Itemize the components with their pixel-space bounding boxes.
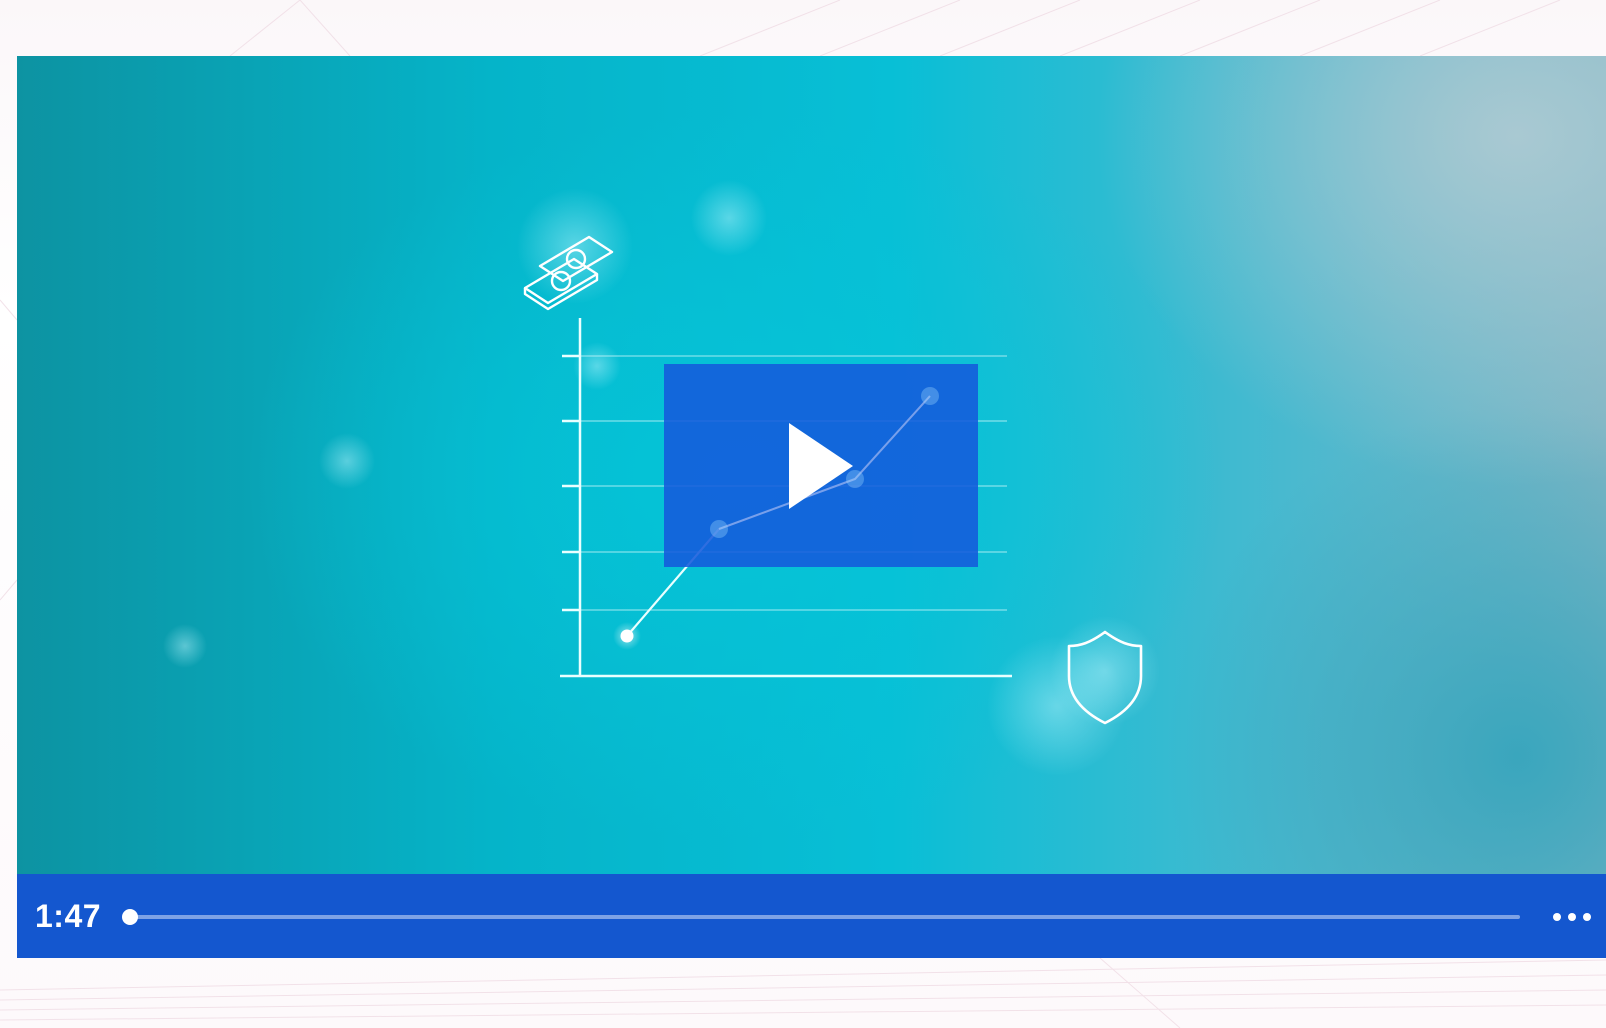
more-options-button[interactable] <box>1544 900 1600 934</box>
more-horizontal-icon-dot <box>1583 913 1591 921</box>
play-icon <box>789 422 853 509</box>
video-control-bar: 1:47 <box>17 874 1606 958</box>
page: 1:47 <box>0 0 1606 1028</box>
progress-slider[interactable] <box>122 909 1520 925</box>
video-player[interactable]: 1:47 <box>17 56 1606 958</box>
more-horizontal-icon-dot <box>1568 913 1576 921</box>
progress-handle[interactable] <box>122 909 138 925</box>
current-time-label: 1:47 <box>35 898 102 934</box>
more-horizontal-icon <box>1553 913 1561 921</box>
play-button[interactable] <box>664 364 978 567</box>
video-frame[interactable] <box>17 56 1606 874</box>
